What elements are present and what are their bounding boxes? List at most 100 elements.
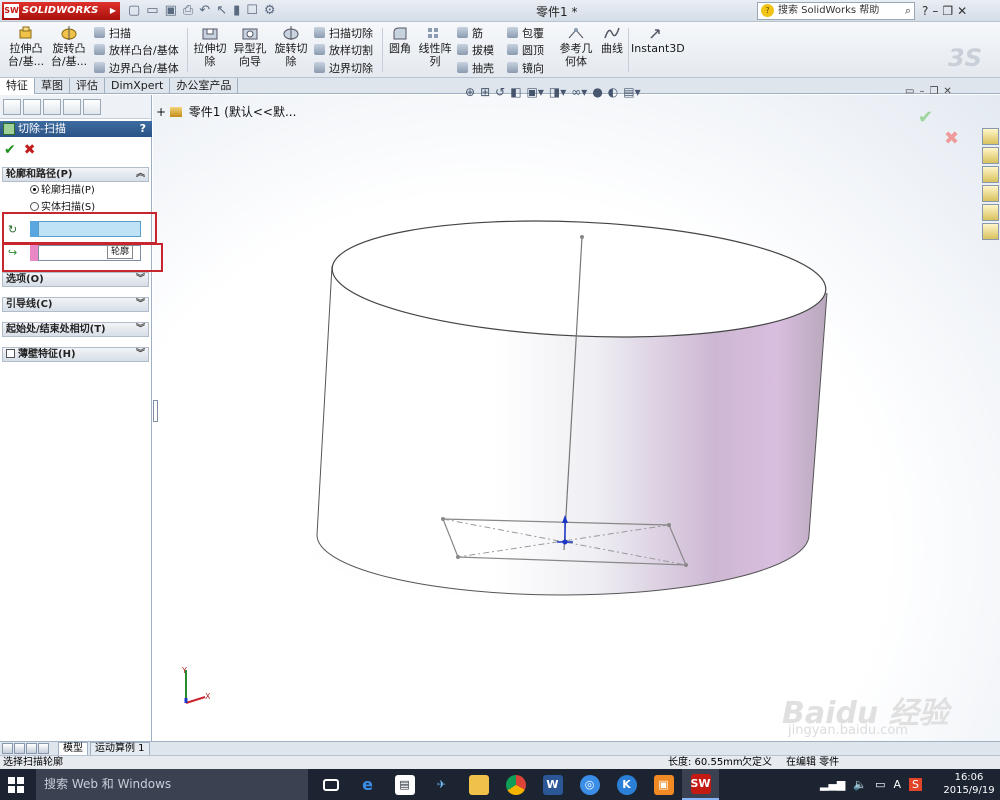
tab-features[interactable]: 特征	[0, 78, 35, 94]
file-explorer-icon[interactable]	[982, 166, 999, 183]
revolve-boss-button[interactable]: 旋转凸 台/基...	[49, 26, 89, 68]
property-manager-icon[interactable]	[23, 99, 41, 115]
appearances-icon[interactable]	[982, 204, 999, 221]
wrap-button[interactable]: 包覆	[507, 27, 544, 41]
rebuild-icon[interactable]: ▮	[233, 2, 240, 20]
tab-dimxpert[interactable]: DimXpert	[105, 78, 171, 94]
k-app-button[interactable]: K	[608, 769, 645, 800]
thin-feature-checkbox[interactable]	[6, 349, 15, 358]
mirror-button[interactable]: 镜向	[507, 62, 544, 76]
feature-tree-root[interactable]: + 零件1 (默认<<默...	[156, 103, 296, 120]
notifications-icon[interactable]: ▭	[875, 778, 885, 791]
group-options[interactable]: 选项(O) ︾	[2, 272, 149, 287]
help-icon[interactable]: ?	[140, 121, 146, 137]
close-view-icon[interactable]: ✕	[943, 86, 951, 97]
chevron-down-icon[interactable]: ︾	[136, 323, 145, 336]
zoom-to-fit-icon[interactable]: ⊕	[465, 85, 475, 99]
first-tab-icon[interactable]	[2, 743, 13, 754]
view-palette-icon[interactable]	[982, 185, 999, 202]
edge-button[interactable]: e	[349, 769, 386, 800]
previous-view-icon[interactable]: ↺	[495, 85, 505, 99]
display-style-icon[interactable]: ◨▾	[549, 85, 566, 99]
confirm-corner-ok-icon[interactable]: ✔	[918, 107, 933, 128]
panel-splitter-handle[interactable]	[153, 400, 158, 422]
tile-icon[interactable]: ▭	[905, 86, 914, 97]
extrude-boss-button[interactable]: 拉伸凸 台/基...	[6, 26, 46, 68]
network-icon[interactable]: ▂▄▆	[820, 778, 845, 791]
tab-evaluate[interactable]: 评估	[70, 78, 105, 94]
loft-boss-button[interactable]: 放样凸台/基体	[94, 44, 179, 58]
restore-view-icon[interactable]: ❐	[929, 86, 938, 97]
instant3d-button[interactable]: Instant3D	[631, 26, 685, 55]
ok-checkmark-icon[interactable]: ✔	[4, 142, 16, 158]
apply-scene-icon[interactable]: ◐	[608, 85, 618, 99]
sogou-ime-icon[interactable]: S	[909, 778, 923, 791]
graphics-area[interactable]	[153, 95, 1000, 741]
solidworks-taskbar-button[interactable]: SW	[682, 769, 719, 800]
save-icon[interactable]: ▣	[165, 2, 177, 20]
draft-button[interactable]: 拔模	[457, 44, 494, 58]
taskbar-clock[interactable]: 16:06 2015/9/19	[940, 771, 998, 797]
tab-motion-study[interactable]: 运动算例 1	[90, 742, 150, 756]
chevron-down-icon[interactable]: ︾	[136, 273, 145, 286]
chevron-up-icon[interactable]: ︽	[136, 168, 145, 181]
next-tab-icon[interactable]	[26, 743, 37, 754]
confirm-corner-cancel-icon[interactable]: ✖	[944, 128, 959, 149]
boundary-cut-button[interactable]: 边界切除	[314, 62, 373, 76]
custom-properties-icon[interactable]	[982, 223, 999, 240]
solidworks-logo[interactable]: SW SOLIDWORKS ▶	[2, 2, 120, 20]
group-guide-curves[interactable]: 引导线(C) ︾	[2, 297, 149, 312]
volume-icon[interactable]: 🔈	[853, 778, 867, 791]
radio-profile-sweep[interactable]: 轮廓扫描(P)	[30, 184, 95, 198]
solidworks-resources-icon[interactable]	[982, 128, 999, 145]
chrome-button[interactable]	[497, 769, 534, 800]
linear-pattern-button[interactable]: 线性阵 列	[417, 26, 453, 68]
chevron-down-icon[interactable]: ︾	[136, 298, 145, 311]
open-folder-icon[interactable]: ▭	[146, 2, 158, 20]
display-manager-icon[interactable]	[83, 99, 101, 115]
previous-tab-icon[interactable]	[14, 743, 25, 754]
last-tab-icon[interactable]	[38, 743, 49, 754]
fillet-button[interactable]: 圆角	[386, 26, 414, 55]
boundary-boss-button[interactable]: 边界凸台/基体	[94, 62, 179, 76]
edit-appearance-icon[interactable]: ●	[592, 85, 602, 99]
file-explorer-button[interactable]	[460, 769, 497, 800]
radio-unselected[interactable]	[30, 202, 39, 211]
help-search-box[interactable]: ? 搜索 SolidWorks 帮助 ⌕	[757, 2, 915, 20]
dimxpert-manager-icon[interactable]	[63, 99, 81, 115]
tab-model[interactable]: 模型	[58, 742, 88, 756]
options-gear-icon[interactable]: ⚙	[264, 2, 276, 20]
section-view-icon[interactable]: ◧	[510, 85, 521, 99]
hole-wizard-button[interactable]: 异型孔 向导	[230, 26, 270, 68]
sweep-cut-button[interactable]: 扫描切除	[314, 27, 373, 41]
feishu-button[interactable]: ✈	[423, 769, 460, 800]
help-icon[interactable]: ?	[922, 2, 928, 20]
cancel-x-icon[interactable]: ✖	[24, 142, 36, 158]
select-arrow-icon[interactable]: ↖	[216, 2, 227, 20]
group-thin-feature[interactable]: 薄壁特征(H) ︾	[2, 347, 149, 362]
file-properties-icon[interactable]: ☐	[246, 2, 258, 20]
word-button[interactable]: W	[534, 769, 571, 800]
photo-app-button[interactable]: ▣	[645, 769, 682, 800]
view-settings-icon[interactable]: ▤▾	[623, 85, 640, 99]
revolve-cut-button[interactable]: 旋转切 除	[272, 26, 310, 68]
print-icon[interactable]: ⎙	[183, 2, 193, 20]
chevron-down-icon[interactable]: ︾	[136, 348, 145, 361]
shell-button[interactable]: 抽壳	[457, 62, 494, 76]
dome-button[interactable]: 圆顶	[507, 44, 544, 58]
feature-manager-icon[interactable]	[3, 99, 21, 115]
view-orientation-icon[interactable]: ▣▾	[527, 85, 544, 99]
globe-app-button[interactable]: ◎	[571, 769, 608, 800]
design-library-icon[interactable]	[982, 147, 999, 164]
reference-geometry-button[interactable]: 参考几 何体	[557, 26, 595, 68]
windows-start-icon[interactable]	[8, 777, 24, 793]
expand-icon[interactable]: +	[156, 105, 166, 119]
restore-icon[interactable]: ❐	[942, 2, 953, 20]
sweep-button[interactable]: 扫描	[94, 27, 131, 41]
hide-show-items-icon[interactable]: ∞▾	[571, 85, 587, 99]
group-start-end-tangency[interactable]: 起始处/结束处相切(T) ︾	[2, 322, 149, 337]
configuration-manager-icon[interactable]	[43, 99, 61, 115]
minimize-icon[interactable]: –	[932, 2, 938, 20]
zoom-to-area-icon[interactable]: ⊞	[480, 85, 490, 99]
taskbar-search-box[interactable]: 搜索 Web 和 Windows	[36, 769, 308, 800]
